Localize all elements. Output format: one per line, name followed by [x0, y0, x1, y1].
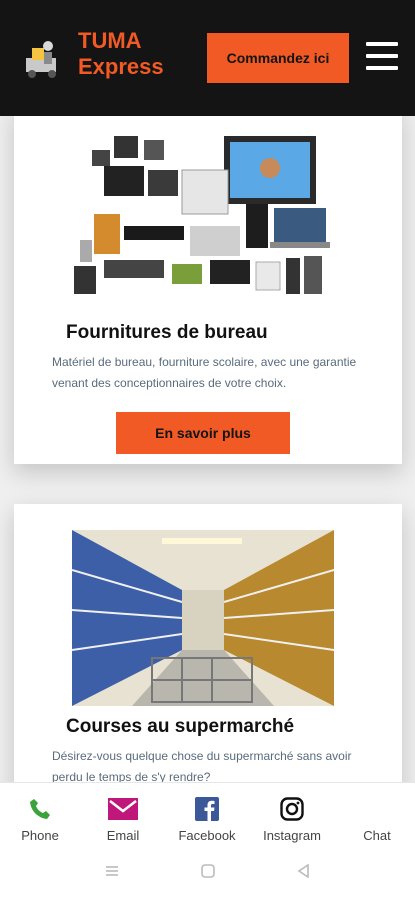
card-title: Courses au supermarché: [66, 716, 295, 737]
nav-instagram[interactable]: Instagram: [252, 795, 332, 843]
hamburger-menu-icon[interactable]: [366, 42, 398, 70]
site-header: TUMA Express Commandez ici: [0, 0, 415, 116]
chat-icon: [337, 795, 415, 823]
system-navigation-bar: [0, 846, 415, 900]
nav-facebook[interactable]: Facebook: [167, 795, 247, 843]
nav-phone[interactable]: Phone: [0, 795, 80, 843]
brand-line-2: Express: [78, 54, 164, 79]
service-card-supermarket: Courses au supermarché Désirez-vous quel…: [14, 504, 402, 782]
email-icon: [83, 795, 163, 823]
nav-chat[interactable]: Chat: [337, 795, 415, 843]
back-icon[interactable]: [296, 864, 312, 878]
office-electronics-image: [74, 130, 342, 308]
bottom-navigation: Phone Email Facebook Instagram Chat: [0, 782, 415, 847]
nav-label: Email: [106, 828, 140, 843]
delivery-logo-icon[interactable]: [22, 38, 64, 80]
order-button[interactable]: Commandez ici: [207, 33, 349, 83]
card-description: Matériel de bureau, fourniture scolaire,…: [52, 355, 357, 390]
brand-name[interactable]: TUMA Express: [78, 28, 164, 80]
learn-more-button[interactable]: En savoir plus: [116, 412, 290, 454]
nav-label: Phone: [21, 828, 59, 843]
phone-icon: [0, 795, 80, 823]
recents-icon[interactable]: [104, 864, 120, 878]
nav-email[interactable]: Email: [83, 795, 163, 843]
service-card-office-supplies: Fournitures de bureau Matériel de bureau…: [14, 116, 402, 464]
home-icon[interactable]: [200, 864, 216, 878]
nav-label: Facebook: [178, 828, 236, 843]
facebook-icon: [167, 795, 247, 823]
card-title: Fournitures de bureau: [66, 322, 268, 343]
card-description: Désirez-vous quelque chose du supermarch…: [52, 749, 352, 782]
nav-label: Chat: [363, 828, 391, 843]
instagram-icon: [252, 795, 332, 823]
brand-line-1: TUMA: [78, 28, 142, 53]
nav-label: Instagram: [263, 828, 321, 843]
main-content[interactable]: Fournitures de bureau Matériel de bureau…: [0, 116, 415, 782]
supermarket-aisle-image: [72, 530, 334, 706]
